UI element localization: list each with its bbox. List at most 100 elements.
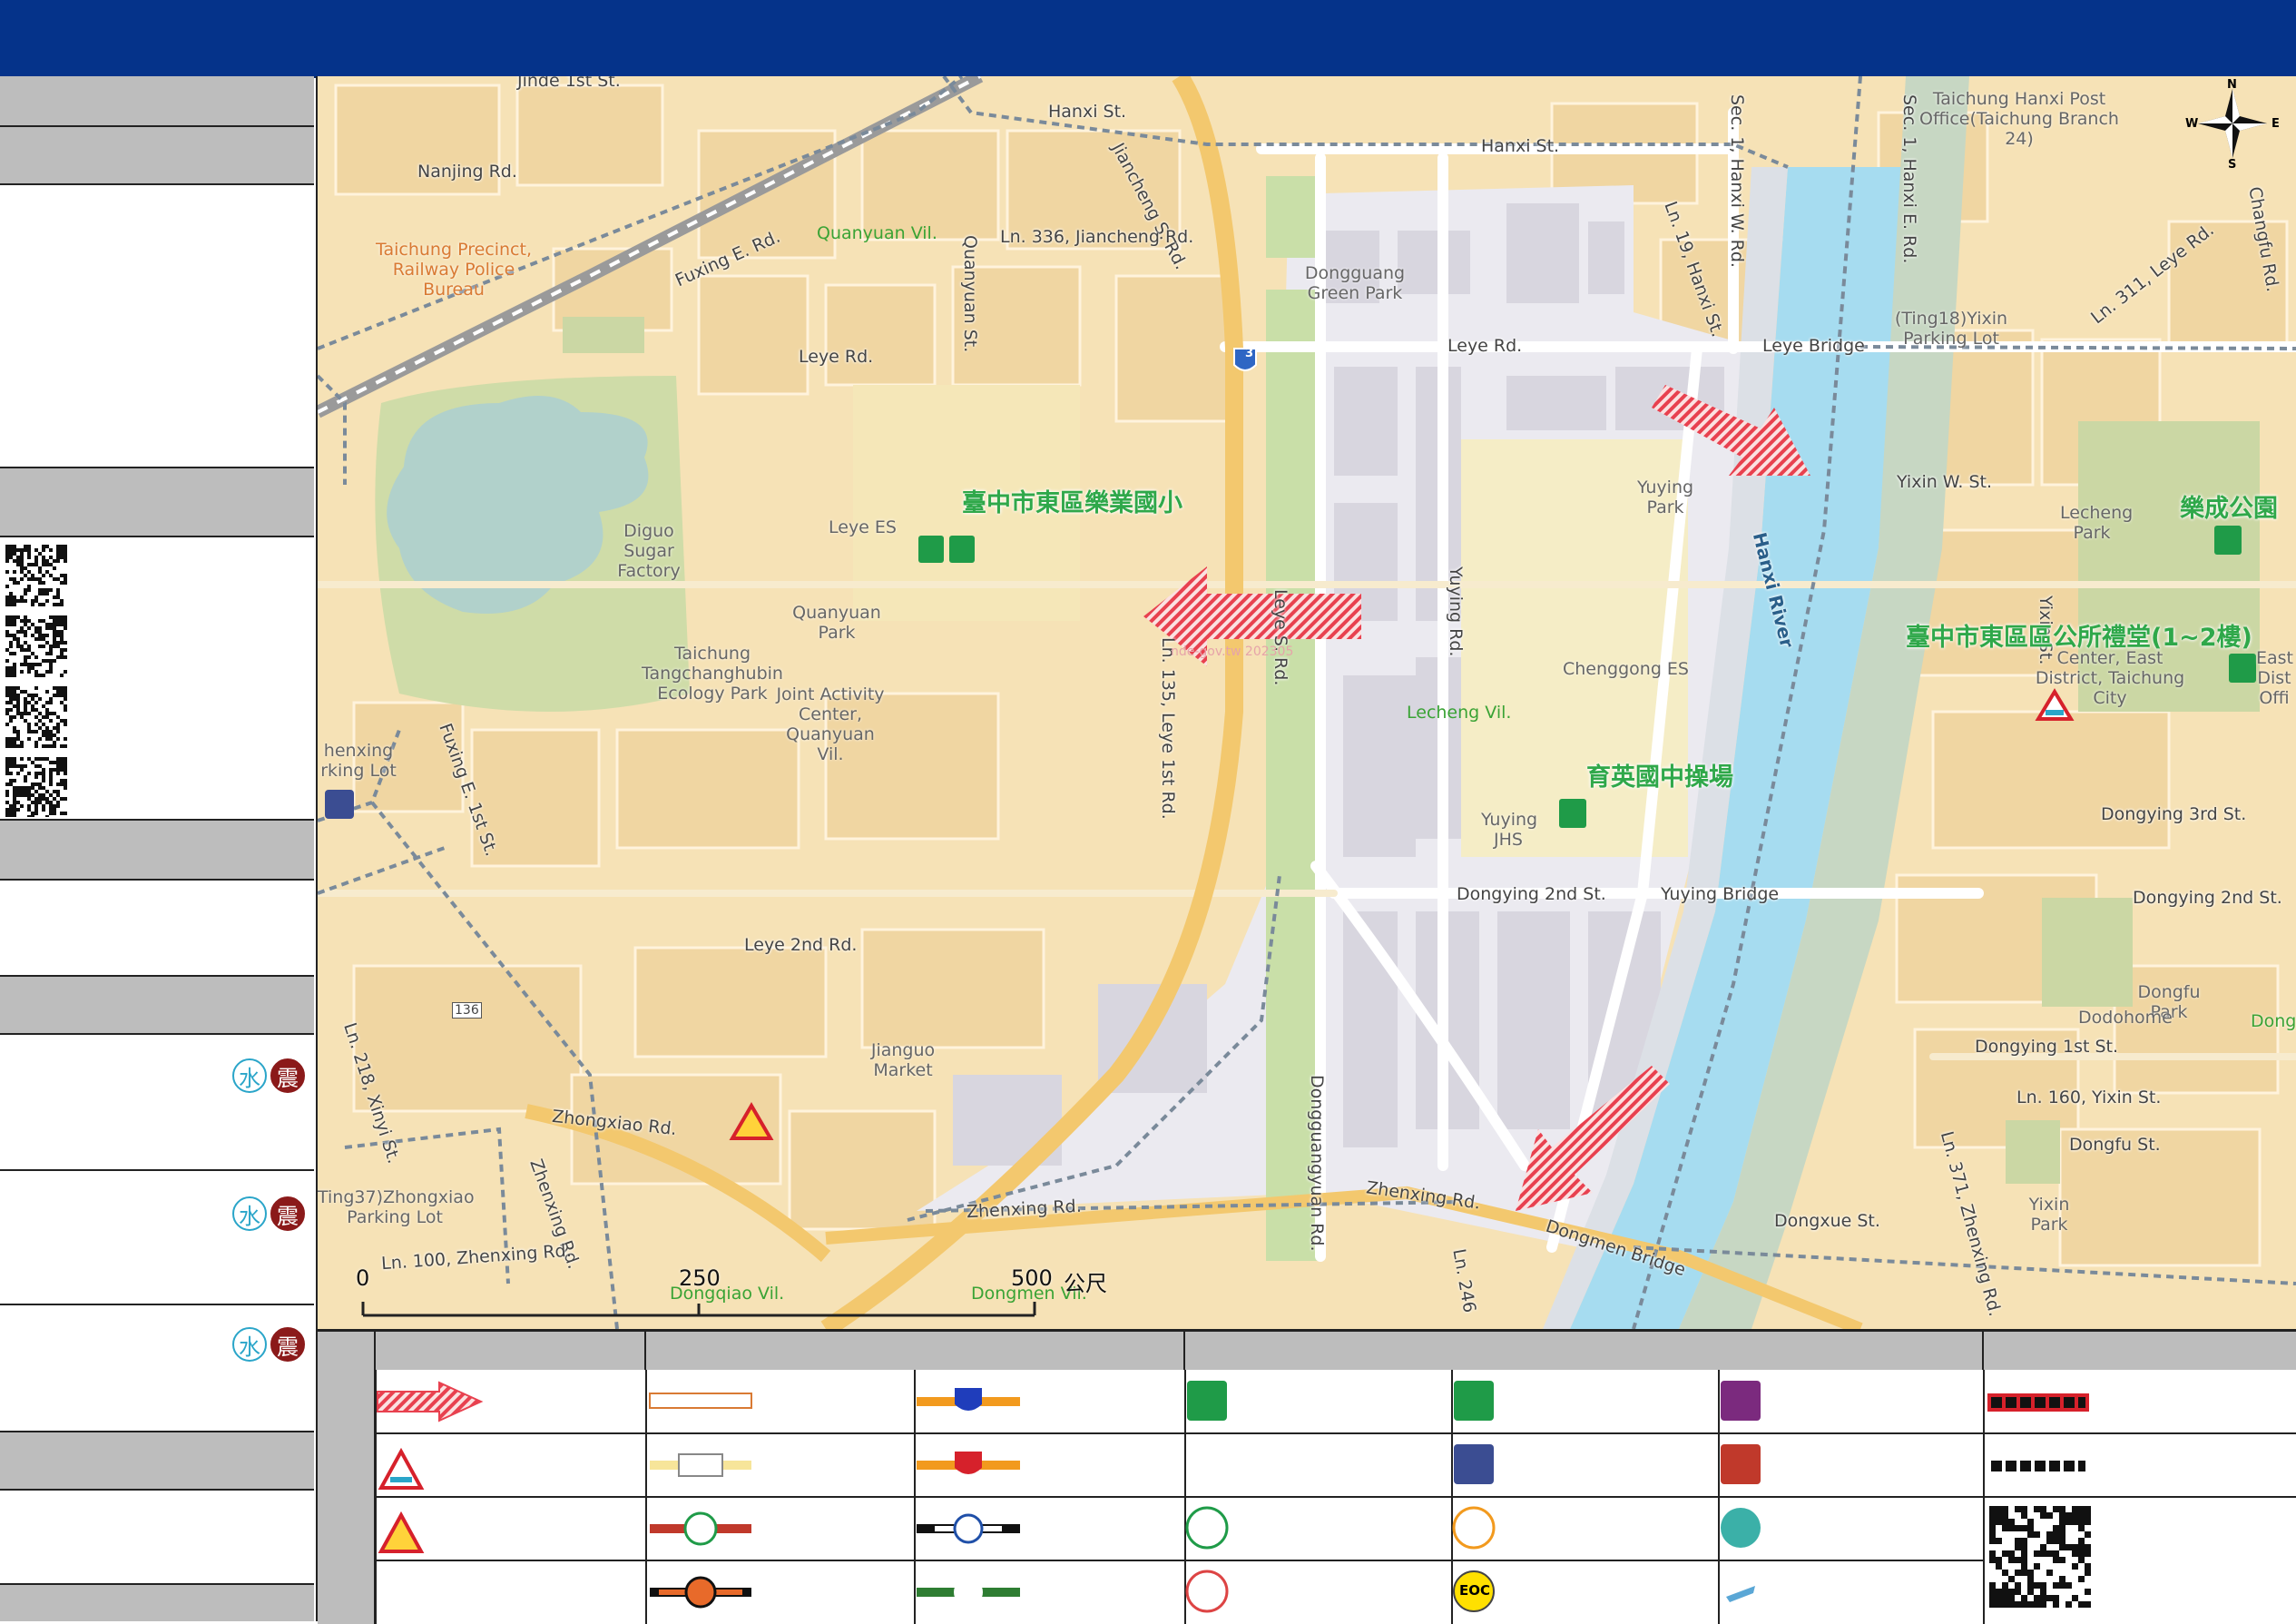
road-label: Dongfu St. — [2069, 1135, 2161, 1155]
legend-elderly-icon — [1452, 1506, 1496, 1550]
watermark: nde-gov.tw 202305 — [1171, 645, 1294, 659]
poi-label: Jianguo Market — [870, 1040, 936, 1080]
legend-landslide-icon — [378, 1511, 425, 1553]
road-label: Leye 2nd Rd. — [744, 935, 858, 955]
legend-disabled-icon — [1185, 1506, 1229, 1550]
road-label: Ln. 160, Yixin St. — [2016, 1088, 2162, 1107]
poi-label: Dong — [2251, 1011, 2296, 1031]
road-label: Leye Rd. — [1447, 336, 1523, 356]
header-bar — [0, 0, 2296, 78]
road-label: Hanxi St. — [1048, 102, 1127, 122]
scale-tick: 500 — [1011, 1265, 1053, 1291]
compass-e: E — [2271, 117, 2280, 131]
map-legend: EOC — [318, 1329, 2296, 1624]
police-icon — [325, 790, 354, 819]
hazard-badges: 水 震 — [232, 1058, 305, 1093]
qr-code-stack[interactable] — [5, 545, 69, 817]
legend-qr-code[interactable] — [1989, 1506, 2098, 1615]
poi-label: henxing rking Lot — [320, 741, 397, 781]
route-marker: 136 — [452, 1002, 482, 1019]
legend-road-icon — [649, 1393, 752, 1409]
small-park — [563, 317, 644, 353]
poi-label: Chenggong ES — [1563, 659, 1689, 679]
road-label: Dongying 2nd St. — [2133, 888, 2282, 908]
legend-township-road-icon — [650, 1576, 751, 1609]
road-label: Jinde 1st St. — [517, 76, 621, 91]
road-label: Dongying 1st St. — [1975, 1037, 2119, 1057]
dongfu-park — [2042, 898, 2133, 1007]
poi-label: (Ting18)Yixin Parking Lot — [1894, 309, 2008, 349]
road-label: Hanxi St. — [1481, 136, 1560, 156]
poi-label: East Dist Offi — [2256, 648, 2293, 708]
shelter-label: 臺中市東區區公所禮堂(1~2樓) — [1906, 624, 2252, 652]
village-label: Quanyuan Vil. — [817, 223, 937, 243]
hazard-badges: 水 震 — [232, 1327, 305, 1362]
legend-welfare-icon — [1721, 1381, 1761, 1421]
sidebar-header-1 — [0, 76, 314, 127]
sidebar-qr-block — [0, 537, 314, 821]
legend-medical-icon — [1187, 1444, 1227, 1484]
poi-label: Ting37)Zhongxiao Parking Lot — [318, 1187, 475, 1227]
earthquake-hazard-icon: 震 — [270, 1196, 305, 1231]
legend-police-icon — [1454, 1444, 1494, 1484]
legend-childcare-icon — [1721, 1508, 1761, 1548]
route-shield-number: 3 — [1245, 347, 1254, 360]
poi-label: Dongguang Green Park — [1304, 263, 1406, 303]
compass-s: S — [2228, 158, 2237, 172]
sidebar-footer — [0, 1585, 314, 1621]
flood-hazard-icon: 水 — [232, 1058, 267, 1093]
sidebar-contact-block — [0, 881, 314, 977]
road-label: Yuying Bridge — [1661, 884, 1780, 904]
legend-fire-icon — [1721, 1444, 1761, 1484]
road-label: Ln. 135, Leye 1st Rd. — [1158, 637, 1178, 820]
legend-railway-icon — [917, 1513, 1020, 1544]
legend-county-road-icon — [650, 1511, 751, 1546]
qr-code[interactable] — [5, 545, 67, 817]
poi-label: Center, East District, Taichung City — [2035, 648, 2185, 708]
scale-tick: 250 — [679, 1265, 721, 1291]
poi-label: Joint Activity Center, Quanyuan Vil. — [776, 684, 885, 764]
sidebar-info-block — [0, 185, 314, 468]
compass-n: N — [2227, 78, 2237, 92]
legend-indoor-shelter-icon — [1454, 1381, 1494, 1421]
earthquake-hazard-icon: 震 — [270, 1058, 305, 1093]
road-label: Leye Bridge — [1762, 336, 1865, 356]
legend-hsr-icon — [917, 1578, 1020, 1607]
shelter-label: 樂成公園 — [2180, 495, 2278, 523]
legend-outdoor-shelter-icon — [1187, 1381, 1227, 1421]
shelter-label: 臺中市東區樂業國小 — [962, 489, 1182, 517]
legend-provincial-road-icon — [650, 1453, 751, 1477]
evacuation-map[interactable]: Jinde 1st St. Nanjing Rd. Hanxi St. Hanx… — [318, 76, 2296, 1329]
poi-label: Dodohome — [2078, 1008, 2173, 1028]
road-label: Sec. 1, Hanxi W. Rd. — [1727, 94, 1747, 268]
legend-evac-arrow-icon — [377, 1381, 484, 1422]
poi-label: Yixin Park — [2028, 1195, 2070, 1235]
poi-label: Taichung Hanxi Post Office(Taichung Bran… — [1919, 89, 2119, 149]
road-label: Ln. 336, Jiancheng Rd. — [1000, 227, 1194, 247]
sidebar-header-5 — [0, 977, 314, 1035]
poi-label: Lecheng Park — [2060, 503, 2134, 543]
poi-label: Yuying Park — [1636, 477, 1694, 517]
yixin-park — [2006, 1120, 2060, 1184]
road-label: Yuying Rd. — [1446, 566, 1466, 657]
legend-highway-red-icon — [917, 1452, 1020, 1474]
sidebar-header-2 — [0, 127, 314, 185]
poi-label: Leye ES — [829, 517, 897, 537]
sidebar-notes-block — [0, 1491, 314, 1585]
road-label: Quanyuan St. — [960, 235, 980, 353]
poi-label: Taichung Precinct, Railway Police Bureau — [376, 240, 532, 300]
scale-unit: 公尺 — [1064, 1271, 1107, 1296]
poi-label: Yuying JHS — [1481, 810, 1538, 850]
road-label: Leye Rd. — [799, 347, 874, 367]
sidebar-header-4 — [0, 821, 314, 881]
road-label: Dongxue St. — [1774, 1211, 1880, 1231]
sidebar-shelter-entry-2: 水 震 — [0, 1171, 314, 1305]
sidebar-header-3 — [0, 468, 314, 537]
legend-highway-icon — [917, 1388, 1020, 1411]
legend-family-icon — [1185, 1570, 1229, 1613]
flood-hazard-icon: 水 — [232, 1327, 267, 1362]
poi-label: Diguo Sugar Factory — [617, 521, 681, 581]
info-sidebar: 水 震 水 震 水 震 — [0, 76, 319, 1621]
sidebar-header-6 — [0, 1432, 314, 1491]
road-label: Yixin W. St. — [1897, 472, 1993, 492]
